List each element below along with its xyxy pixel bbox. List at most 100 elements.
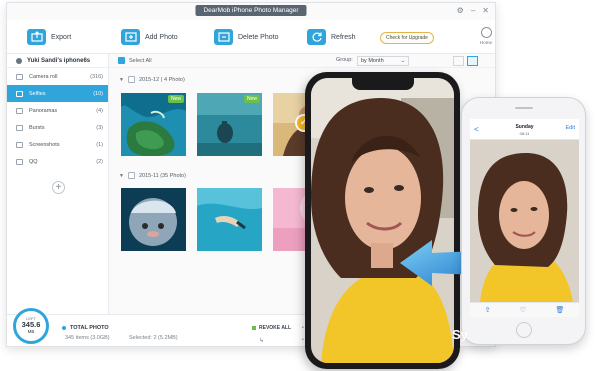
device-header[interactable]: Yuki Sandi's iphone6s xyxy=(7,54,108,68)
iphone-8-screen: < Sunday 08:11 Edit ⇪ ♡ 🗑 xyxy=(470,119,579,317)
delete-photo-button[interactable]: Delete Photo xyxy=(214,26,278,48)
home-button-icon[interactable] xyxy=(515,322,532,338)
refresh-icon xyxy=(307,29,326,45)
group-select[interactable]: by Month ⌄ xyxy=(357,56,409,66)
device-name: Yuki Sandi's iphone6s xyxy=(27,57,91,64)
section-header: ▼ 2015-12 ( 4 Photo) xyxy=(119,76,185,83)
photo-day: Sunday xyxy=(515,124,534,130)
sidebar-item-label: QQ xyxy=(29,158,38,165)
selfie-photo xyxy=(311,78,454,363)
sidebar-item-count: (1) xyxy=(96,141,103,148)
section-label: 2015-11 (35 Photo) xyxy=(138,172,186,179)
photo-thumbnail[interactable] xyxy=(197,188,262,251)
sidebar-item-label: Selfies xyxy=(29,90,46,97)
gauge-value: 345.6 xyxy=(21,320,41,329)
sidebar-item-count: (10) xyxy=(93,90,103,97)
panorama-icon xyxy=(16,107,23,114)
new-badge: New xyxy=(167,95,184,103)
add-photo-icon xyxy=(121,29,140,45)
revoke-all-label: REVOKE ALL xyxy=(259,325,292,331)
photo-thumbnail[interactable]: New xyxy=(197,93,262,156)
total-photo-label: TOTAL PHOTO xyxy=(70,325,109,331)
photos-nav-bar: < Sunday 08:11 Edit xyxy=(470,119,579,140)
sidebar-item-label: Bursts xyxy=(29,124,45,131)
home-button[interactable]: Home xyxy=(477,27,495,45)
user-icon xyxy=(16,57,22,64)
check-upgrade-button[interactable]: Check for Upgrade xyxy=(380,32,434,44)
close-icon[interactable]: ✕ xyxy=(482,6,489,15)
sidebar-item-count: (4) xyxy=(96,107,103,114)
sidebar-item-label: Panoramas xyxy=(29,107,58,114)
add-album-button[interactable]: + xyxy=(52,181,65,194)
photo-thumbnail[interactable]: New xyxy=(121,93,186,156)
sidebar-item-panoramas[interactable]: Panoramas (4) xyxy=(7,102,108,119)
export-icon xyxy=(27,29,46,45)
photo-time: 08:11 xyxy=(519,131,530,136)
collapse-icon[interactable]: ▼ xyxy=(119,77,124,83)
section-checkbox[interactable] xyxy=(127,76,135,83)
sidebar-item-count: (3) xyxy=(96,124,103,131)
grid-view-icon[interactable] xyxy=(453,56,464,66)
chevron-down-icon: ⌄ xyxy=(400,58,405,64)
sidebar-item-screenshots[interactable]: Screenshots (1) xyxy=(7,136,108,153)
trash-icon[interactable]: 🗑 xyxy=(555,306,564,314)
export-button[interactable]: Export xyxy=(27,26,71,48)
burst-icon xyxy=(16,124,23,131)
export-label: Export xyxy=(51,33,72,41)
refresh-button[interactable]: Refresh xyxy=(307,26,356,48)
delete-photo-label: Delete Photo xyxy=(238,33,279,41)
sidebar-item-count: (316) xyxy=(90,73,103,80)
sidebar-item-label: Screenshots xyxy=(29,141,60,148)
stage: DearMob iPhone Photo Manager ⚙ – ✕ Expor… xyxy=(0,0,596,371)
settings-icon[interactable]: ⚙ xyxy=(457,6,464,15)
favorite-icon[interactable]: ♡ xyxy=(520,306,526,314)
iphone-x-device xyxy=(305,72,460,369)
large-view-icon[interactable] xyxy=(467,56,478,66)
phone-notch xyxy=(351,78,414,90)
return-arrow-icon: ↳ xyxy=(259,338,265,344)
group-label: Group: xyxy=(336,57,353,63)
iphone-8-device: < Sunday 08:11 Edit ⇪ ♡ 🗑 xyxy=(461,97,586,345)
collapse-icon[interactable]: ▼ xyxy=(119,173,124,179)
select-all-label: Select All xyxy=(129,57,152,64)
storage-gauge: LEFT 345.6 MB xyxy=(13,308,49,344)
section-checkbox[interactable] xyxy=(127,172,135,179)
photos-toolbar: ⇪ ♡ 🗑 xyxy=(470,302,579,317)
delete-photo-icon xyxy=(214,29,233,45)
window-controls: ⚙ – ✕ xyxy=(457,6,489,15)
window-title: DearMob iPhone Photo Manager xyxy=(195,5,307,16)
items-count: 345 items (3.0GB) xyxy=(65,335,110,341)
photo-thumbnail[interactable] xyxy=(121,188,186,251)
gauge-unit: MB xyxy=(27,329,35,334)
home-label: Home xyxy=(479,40,492,45)
revoke-all-button[interactable]: REVOKE ALL xyxy=(252,325,291,331)
album-icon xyxy=(16,158,23,165)
refresh-label: Refresh xyxy=(331,33,356,41)
camera-icon xyxy=(16,73,23,80)
share-icon[interactable]: ⇪ xyxy=(485,306,491,314)
total-photo: TOTAL PHOTO xyxy=(62,325,109,331)
sidebar: Yuki Sandi's iphone6s Camera roll (316) … xyxy=(7,54,109,346)
title-bar: DearMob iPhone Photo Manager ⚙ – ✕ xyxy=(7,3,495,19)
sidebar-item-label: Camera roll xyxy=(29,73,58,80)
sidebar-item-bursts[interactable]: Bursts (3) xyxy=(7,119,108,136)
sidebar-item-count: (2) xyxy=(96,158,103,165)
phone-speaker xyxy=(514,107,533,109)
revoke-icon xyxy=(252,326,256,330)
selfie-photo-preview xyxy=(470,140,579,302)
add-photo-button[interactable]: Add Photo xyxy=(121,26,178,48)
selected-count: Selected: 2 (5.2MB) xyxy=(129,335,178,341)
select-all-checkbox[interactable] xyxy=(118,57,125,64)
sidebar-item-qq[interactable]: QQ (2) xyxy=(7,153,108,170)
section-header: ▼ 2015-11 (35 Photo) xyxy=(119,172,186,179)
add-photo-label: Add Photo xyxy=(145,33,178,41)
section-label: 2015-12 ( 4 Photo) xyxy=(138,76,185,83)
iphone-x-screen xyxy=(311,78,454,363)
new-badge: New xyxy=(243,95,260,103)
screenshot-icon xyxy=(16,141,23,148)
sidebar-item-camera-roll[interactable]: Camera roll (316) xyxy=(7,68,108,85)
content-toolbar: Select All Group: by Month ⌄ xyxy=(110,54,495,68)
edit-button[interactable]: Edit xyxy=(566,125,575,131)
minimize-icon[interactable]: – xyxy=(471,6,475,15)
sidebar-item-selfies[interactable]: Selfies (10) xyxy=(7,85,108,102)
